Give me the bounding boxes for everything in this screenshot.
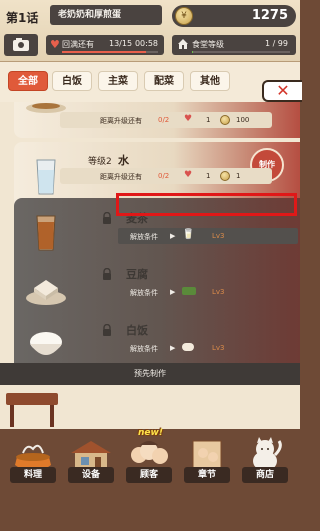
nav-equipment[interactable]: 设备: [62, 429, 120, 531]
bottom-nav: 料理 设备 顾客 章节 商店: [0, 429, 300, 531]
coin-icon: [220, 115, 230, 125]
category-tabs: 全部 白饭 主菜 配菜 其他: [0, 62, 300, 102]
new-badge: new!: [138, 428, 163, 438]
recipe-name: 水: [118, 154, 129, 167]
heart-count: 13/15: [109, 39, 133, 48]
camera-button[interactable]: [4, 34, 38, 56]
heart-icon: ♥: [50, 38, 60, 51]
heart-refill-timer: 00:58: [134, 39, 158, 48]
counter-area: [0, 385, 300, 429]
nav-cooking[interactable]: 料理: [4, 429, 62, 531]
diner-level-progress-bar: [192, 51, 290, 53]
unlock-condition: 解放条件 ▶ Lv3: [118, 284, 298, 300]
diner-level-count: 1 / 99: [264, 39, 288, 48]
upgrade-label: 距离升级还有: [100, 117, 142, 125]
nav-shop-label: 商店: [242, 467, 288, 483]
barley-tea-icon: [36, 215, 56, 251]
upgrade-label: 距离升级还有: [100, 173, 142, 181]
nav-chapter-label: 章节: [184, 467, 230, 483]
lock-icon: [103, 268, 111, 280]
unlock-condition: 解放条件 ▶ 🥛 Lv3: [118, 228, 298, 244]
coin-counter: ¥ 1275: [172, 5, 296, 27]
tab-side-dish[interactable]: 配菜: [144, 71, 184, 91]
nav-customers[interactable]: 顾客: [120, 429, 178, 531]
arrow-right-icon: ▶: [170, 344, 176, 352]
unlock-level: Lv3: [212, 344, 225, 352]
recipe-card[interactable]: 距离升级还有 0/2 ♥ 1 100: [14, 102, 300, 138]
coin-reward: 100: [236, 116, 250, 124]
coin-reward: 1: [236, 172, 241, 180]
upgrade-progress: 0/2: [158, 116, 170, 124]
arrow-right-icon: ▶: [170, 288, 176, 296]
lock-icon: [103, 212, 111, 224]
nav-equipment-label: 设备: [68, 467, 114, 483]
recipe-card-rice[interactable]: 白饭 解放条件 ▶ Lv3: [14, 310, 300, 370]
rice-bowl-icon: [30, 332, 62, 355]
unlock-label: 解放条件: [130, 233, 158, 241]
nav-cooking-label: 料理: [10, 467, 56, 483]
tab-all[interactable]: 全部: [8, 71, 48, 91]
recipe-level: 等级2: [88, 157, 112, 167]
precreate-bar[interactable]: 预先制作: [0, 363, 300, 385]
counter-table: [6, 393, 58, 405]
upgrade-stat-strip: 距离升级还有 0/2 ♥ 1 1: [60, 168, 272, 184]
recipe-name: 麦茶: [126, 212, 148, 225]
diner-level-status: 食堂等级 1 / 99: [172, 35, 296, 55]
tab-rice[interactable]: 白饭: [52, 71, 92, 91]
lock-icon: [103, 324, 111, 336]
rice-ball-icon: [182, 343, 194, 351]
heart-icon: ♥: [184, 170, 193, 180]
vegetable-dish-icon: [182, 287, 196, 295]
diner-level-label: 食堂等级: [192, 40, 224, 49]
unlock-level: Lv3: [212, 288, 225, 296]
chapter-label: 第1话: [6, 11, 39, 25]
recipe-list[interactable]: 距离升级还有 0/2 ♥ 1 100 等级2 水 制作 距离升级还有 0/2 ♥…: [0, 102, 300, 370]
close-button[interactable]: ✕: [262, 80, 302, 102]
unlock-label: 解放条件: [130, 345, 158, 353]
coin-icon: ¥: [175, 7, 193, 25]
nav-customers-label: 顾客: [126, 467, 172, 483]
nav-chapter[interactable]: 章节: [178, 429, 236, 531]
coin-amount: 1275: [251, 8, 288, 23]
upgrade-stat-strip: 距离升级还有 0/2 ♥ 1 100: [60, 112, 272, 128]
tab-other[interactable]: 其他: [190, 71, 230, 91]
water-glass-icon: 🥛: [182, 229, 195, 240]
arrow-right-icon: ▶: [170, 232, 176, 240]
heart-icon: ♥: [184, 114, 193, 124]
heart-reward: 1: [206, 172, 211, 180]
unlock-level: Lv3: [212, 232, 225, 240]
tofu-icon: [26, 280, 66, 305]
recipe-name: 豆腐: [126, 268, 148, 281]
nav-shop[interactable]: 商店: [236, 429, 294, 531]
recipe-name: 白饭: [126, 324, 148, 337]
top-status-bar: 第1话 老奶奶和厚煎蛋 ¥ 1275 ♥ 回满还有 13/15 00:58 食堂…: [0, 0, 300, 62]
unlock-label: 解放条件: [130, 289, 158, 297]
heart-progress-bar: [62, 51, 158, 53]
heart-reward: 1: [206, 116, 211, 124]
story-title[interactable]: 老奶奶和厚煎蛋: [50, 5, 162, 25]
heart-refill-label: 回满还有: [62, 40, 94, 49]
diner-icon: [178, 39, 188, 49]
tab-main-dish[interactable]: 主菜: [98, 71, 138, 91]
coin-icon: [220, 171, 230, 181]
upgrade-progress: 0/2: [158, 172, 170, 180]
heart-refill-status: ♥ 回满还有 13/15 00:58: [46, 35, 164, 55]
unlock-condition: 解放条件 ▶ Lv3: [118, 340, 298, 356]
